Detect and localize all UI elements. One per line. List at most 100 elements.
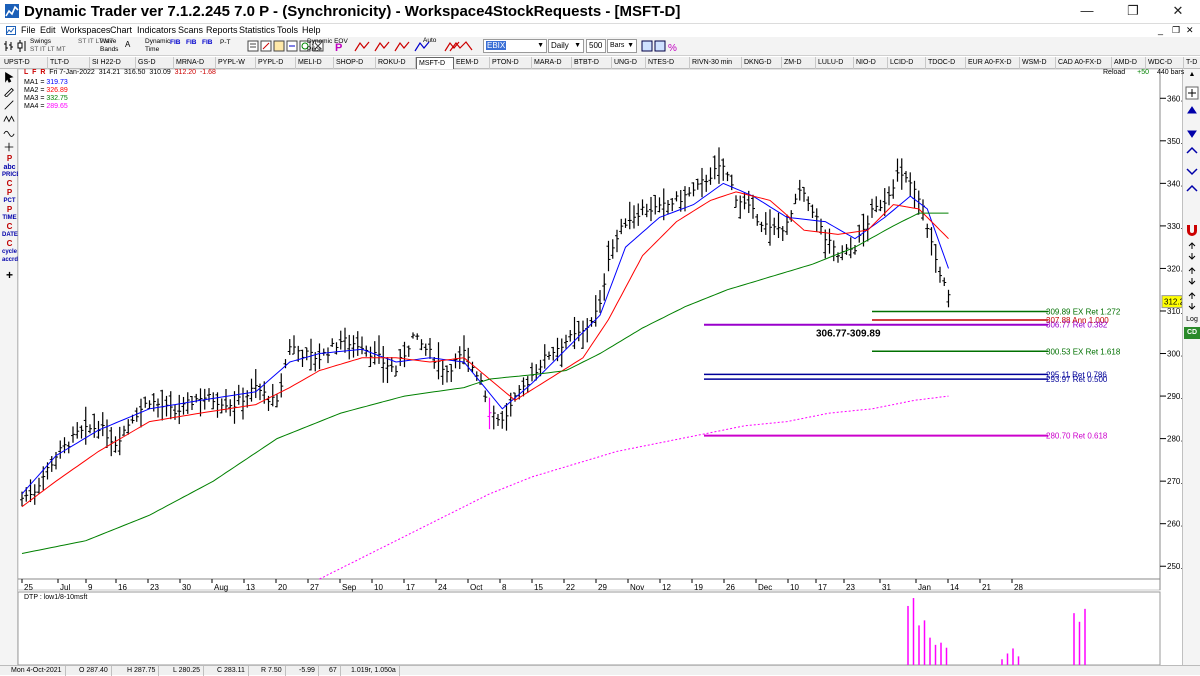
fib-time-button-3[interactable]: FIB <box>202 39 212 56</box>
tab-zm-d[interactable]: ZM-D <box>782 57 816 69</box>
left-tool-accrd-12[interactable]: accrd <box>2 257 18 264</box>
menu-file[interactable]: File <box>21 24 36 37</box>
tab-mara-d[interactable]: MARA-D <box>532 57 572 69</box>
tab-rivn-30-min[interactable]: RIVN-30 min <box>690 57 742 69</box>
menu-chart[interactable]: Chart <box>110 24 132 37</box>
wave-icon[interactable] <box>2 127 16 139</box>
right-toolbar: ▲ Log CD <box>1182 69 1200 665</box>
tab-mrna-d[interactable]: MRNA-D <box>174 57 216 69</box>
tab-tlt-d[interactable]: TLT-D <box>48 57 90 69</box>
fib-time-button-1[interactable]: FIB <box>170 39 180 56</box>
tab-btbt-d[interactable]: BTBT-D <box>572 57 612 69</box>
cd-button[interactable]: CD <box>1184 327 1200 339</box>
left-tool-c-3[interactable]: C <box>2 180 17 188</box>
tab-eem-d[interactable]: EEM-D <box>454 57 490 69</box>
pt-button[interactable]: P-T <box>220 39 230 56</box>
layout-tools-icons[interactable]: % <box>641 39 681 54</box>
arrow-icon[interactable] <box>2 71 16 83</box>
left-tool-c-8[interactable]: C <box>2 223 17 231</box>
symbol-select[interactable]: EBIX ▼ <box>483 39 547 53</box>
tab-pypl-w[interactable]: PYPL-W <box>216 57 256 69</box>
reload-delta[interactable]: +50 <box>1137 69 1149 76</box>
pen-icon[interactable] <box>2 85 16 97</box>
flag-f[interactable]: F <box>32 69 36 76</box>
reload-button[interactable]: Reload <box>1103 69 1125 76</box>
tab-wsm-d[interactable]: WSM-D <box>1020 57 1056 69</box>
left-tool-price-2[interactable]: PRICE <box>2 172 20 179</box>
menu-indicators[interactable]: Indicators <box>137 24 176 37</box>
minimize-button[interactable]: — <box>1067 0 1107 24</box>
child-window-icon[interactable] <box>6 26 16 35</box>
menu-reports[interactable]: Reports <box>206 24 238 37</box>
restore-button[interactable]: ❐ <box>1113 0 1153 24</box>
chart-navigation-icons[interactable] <box>1184 83 1200 203</box>
tab-lulu-d[interactable]: LULU-D <box>816 57 854 69</box>
magnet-and-scale-icons[interactable] <box>1184 219 1200 319</box>
mdi-restore-icon[interactable]: ❐ <box>1172 24 1180 37</box>
menu-edit[interactable]: Edit <box>40 24 56 37</box>
tab-nio-d[interactable]: NIO-D <box>854 57 888 69</box>
bars-count-input[interactable]: 500 <box>586 39 606 53</box>
left-tool-p-0[interactable]: P <box>2 155 17 163</box>
left-tool-c-10[interactable]: C <box>2 240 17 248</box>
menu-statistics[interactable]: Statistics <box>239 24 275 37</box>
menu-tools[interactable]: Tools <box>277 24 298 37</box>
flag-l[interactable]: L <box>24 69 28 76</box>
fib-time-button-2[interactable]: FIB <box>186 39 196 56</box>
tab-cad-a0-fx-d[interactable]: CAD A0-FX-D <box>1056 57 1112 69</box>
line-icon[interactable] <box>2 99 16 111</box>
left-tool-p-6[interactable]: P <box>2 206 17 214</box>
tab-gs-d[interactable]: GS-D <box>136 57 174 69</box>
log-scale-toggle[interactable]: Log <box>1184 316 1200 323</box>
tab-t-d[interactable]: T-D <box>1184 57 1200 69</box>
tab-shop-d[interactable]: SHOP-D <box>334 57 376 69</box>
chart-window: 360.00 350.00 340.00 330.00 320.00 310.00 300.… <box>18 69 1184 665</box>
menu-workspaces[interactable]: Workspaces <box>61 24 110 37</box>
tab-msft-d[interactable]: MSFT-D <box>416 57 454 69</box>
flag-r[interactable]: R <box>40 69 45 76</box>
left-tool-time-7[interactable]: TIME <box>2 215 17 222</box>
auto-projection-icon[interactable] <box>448 39 476 54</box>
candle-icon[interactable] <box>17 40 27 52</box>
menu-help[interactable]: Help <box>302 24 321 37</box>
auto-button[interactable]: Auto <box>423 37 436 54</box>
bar-style-icon[interactable] <box>4 40 14 52</box>
mdi-close-icon[interactable]: ✕ <box>1186 24 1194 37</box>
tab-si-h22-d[interactable]: SI H22-D <box>90 57 136 69</box>
wave-bands-button[interactable]: Wave Bands <box>100 38 118 55</box>
zigzag-icon[interactable] <box>2 113 16 125</box>
left-tool-pct-5[interactable]: PCT <box>2 198 17 205</box>
bars-unit-select[interactable]: Bars ▼ <box>607 39 637 53</box>
left-tool-abc-1[interactable]: abc <box>2 164 17 171</box>
tab-pypl-d[interactable]: PYPL-D <box>256 57 296 69</box>
tab-upst-d[interactable]: UPST-D <box>2 57 48 69</box>
chart-canvas[interactable]: 360.00 350.00 340.00 330.00 320.00 310.00 300.… <box>18 69 1182 665</box>
tab-eur-a0-fx-d[interactable]: EUR A0-FX-D <box>966 57 1020 69</box>
tab-wdc-d[interactable]: WDC-D <box>1146 57 1184 69</box>
tab-pton-d[interactable]: PTON-D <box>490 57 532 69</box>
wave-a-button[interactable]: A <box>125 41 130 58</box>
tab-meli-d[interactable]: MELI-D <box>296 57 334 69</box>
dynamic-time-button[interactable]: Dynamic Time <box>145 38 170 55</box>
tab-tdoc-d[interactable]: TDOC-D <box>926 57 966 69</box>
close-button[interactable]: ✕ <box>1158 0 1198 24</box>
tab-amd-d[interactable]: AMD-D <box>1112 57 1146 69</box>
left-tool--13[interactable]: + <box>2 269 17 281</box>
left-tool-date-9[interactable]: DATE <box>2 232 18 239</box>
left-tool-p-4[interactable]: P <box>2 189 17 197</box>
period-select[interactable]: Daily ▼ <box>548 39 584 53</box>
y-tick-label: 250.00 <box>1167 562 1182 571</box>
tab-lcid-d[interactable]: LCID-D <box>888 57 926 69</box>
cross-icon[interactable] <box>2 141 16 153</box>
swings-label[interactable]: Swings ST IT LT MT <box>30 38 66 55</box>
left-tool-cycle-11[interactable]: cycle <box>2 249 17 256</box>
x-tick-label: 24 <box>438 583 447 592</box>
tab-roku-d[interactable]: ROKU-D <box>376 57 416 69</box>
mdi-minimize-icon[interactable]: _ <box>1158 24 1163 37</box>
tab-dkng-d[interactable]: DKNG-D <box>742 57 782 69</box>
scroll-up-icon[interactable]: ▲ <box>1184 71 1200 78</box>
tab-ntes-d[interactable]: NTES-D <box>646 57 690 69</box>
menu-scans[interactable]: Scans <box>178 24 203 37</box>
tab-ung-d[interactable]: UNG-D <box>612 57 646 69</box>
header-close: 312.20 <box>174 69 197 76</box>
